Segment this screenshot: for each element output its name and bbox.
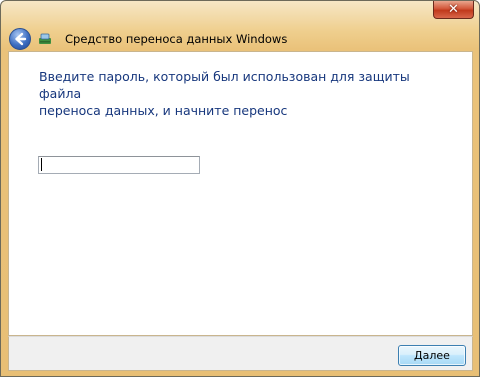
close-icon: ✕ xyxy=(448,2,459,17)
instruction-text: Введите пароль, который был использован … xyxy=(39,68,439,119)
footer-bar: Далее xyxy=(8,336,473,371)
close-button[interactable]: ✕ xyxy=(433,1,474,19)
instruction-line-2: переноса данных, и начните перенос xyxy=(39,103,288,118)
wizard-window: ✕ Средство переноса данных Windows Введи… xyxy=(0,0,480,377)
next-button[interactable]: Далее xyxy=(398,345,466,366)
text-caret xyxy=(41,158,42,171)
back-arrow-icon xyxy=(15,32,27,46)
instruction-line-1: Введите пароль, который был использован … xyxy=(39,69,410,101)
password-input[interactable] xyxy=(38,156,200,174)
content-area: Введите пароль, который был использован … xyxy=(8,51,473,336)
back-button[interactable] xyxy=(9,28,31,50)
window-title: Средство переноса данных Windows xyxy=(65,32,288,46)
easy-transfer-icon xyxy=(39,33,51,44)
